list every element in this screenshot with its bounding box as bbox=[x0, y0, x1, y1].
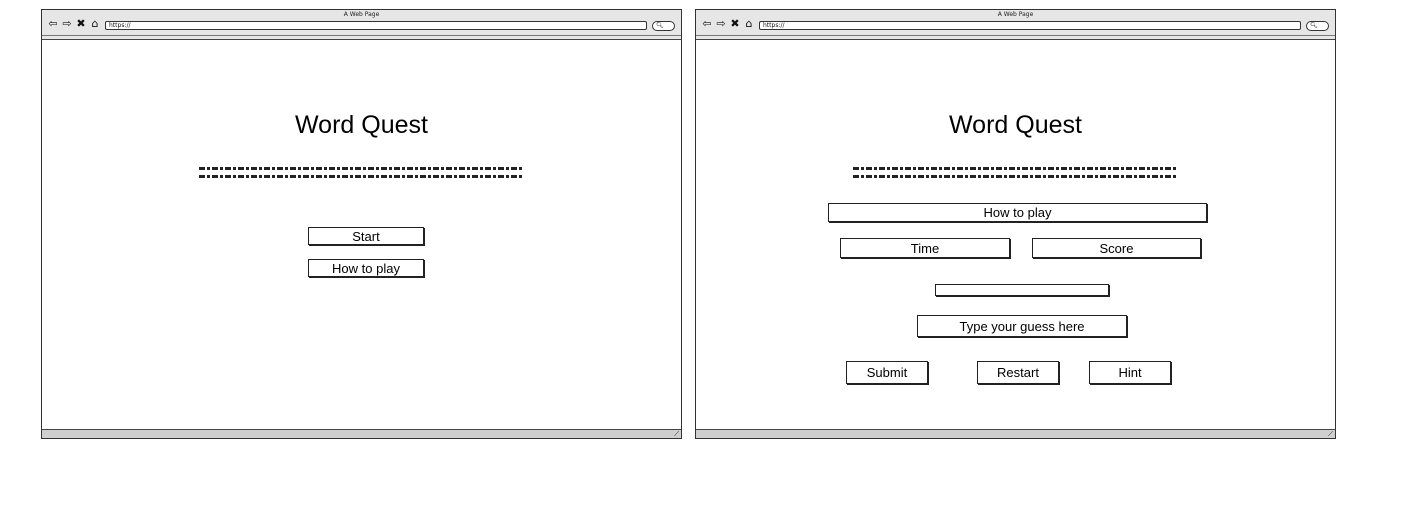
score-display: Score bbox=[1032, 238, 1201, 258]
page-title: Word Quest bbox=[295, 111, 428, 139]
browser-window-game-screen: A Web Page ⇦ ⇨ ✖ ⌂ https:// 🔍︎ Word Ques… bbox=[695, 9, 1336, 439]
window-title: A Web Page bbox=[343, 11, 380, 18]
how-to-play-button[interactable]: How to play bbox=[308, 259, 424, 277]
nav-buttons: ⇦ ⇨ ✖ ⌂ bbox=[48, 18, 100, 30]
forward-arrow-icon[interactable]: ⇨ bbox=[716, 18, 726, 30]
status-bar: ⟋ bbox=[42, 429, 681, 438]
restart-button[interactable]: Restart bbox=[977, 361, 1059, 384]
resize-grip-icon[interactable]: ⟋ bbox=[1328, 430, 1333, 438]
resize-grip-icon[interactable]: ⟋ bbox=[674, 430, 679, 438]
search-icon[interactable]: 🔍︎ bbox=[1306, 21, 1329, 31]
search-icon[interactable]: 🔍︎ bbox=[652, 21, 675, 31]
titlebar-divider bbox=[42, 35, 681, 36]
how-to-play-button[interactable]: How to play bbox=[828, 203, 1207, 222]
forward-arrow-icon[interactable]: ⇨ bbox=[62, 18, 72, 30]
description-text bbox=[853, 167, 1176, 179]
page-title: Word Quest bbox=[949, 111, 1082, 139]
hint-button[interactable]: Hint bbox=[1089, 361, 1171, 384]
guess-input[interactable]: Type your guess here bbox=[917, 315, 1127, 337]
browser-titlebar: A Web Page ⇦ ⇨ ✖ ⌂ https:// 🔍︎ bbox=[42, 10, 681, 40]
close-icon[interactable]: ✖ bbox=[76, 18, 86, 30]
submit-button[interactable]: Submit bbox=[846, 361, 928, 384]
close-icon[interactable]: ✖ bbox=[730, 18, 740, 30]
url-bar[interactable]: https:// bbox=[105, 21, 647, 30]
word-display-field bbox=[935, 284, 1109, 296]
back-arrow-icon[interactable]: ⇦ bbox=[702, 18, 712, 30]
browser-window-start-screen: A Web Page ⇦ ⇨ ✖ ⌂ https:// 🔍︎ Word Ques… bbox=[41, 9, 682, 439]
titlebar-divider bbox=[696, 35, 1335, 36]
browser-titlebar: A Web Page ⇦ ⇨ ✖ ⌂ https:// 🔍︎ bbox=[696, 10, 1335, 40]
url-bar[interactable]: https:// bbox=[759, 21, 1301, 30]
home-icon[interactable]: ⌂ bbox=[744, 18, 754, 30]
time-display: Time bbox=[840, 238, 1010, 258]
window-title: A Web Page bbox=[997, 11, 1034, 18]
description-text bbox=[199, 167, 522, 179]
back-arrow-icon[interactable]: ⇦ bbox=[48, 18, 58, 30]
home-icon[interactable]: ⌂ bbox=[90, 18, 100, 30]
start-button[interactable]: Start bbox=[308, 227, 424, 245]
status-bar: ⟋ bbox=[696, 429, 1335, 438]
nav-buttons: ⇦ ⇨ ✖ ⌂ bbox=[702, 18, 754, 30]
